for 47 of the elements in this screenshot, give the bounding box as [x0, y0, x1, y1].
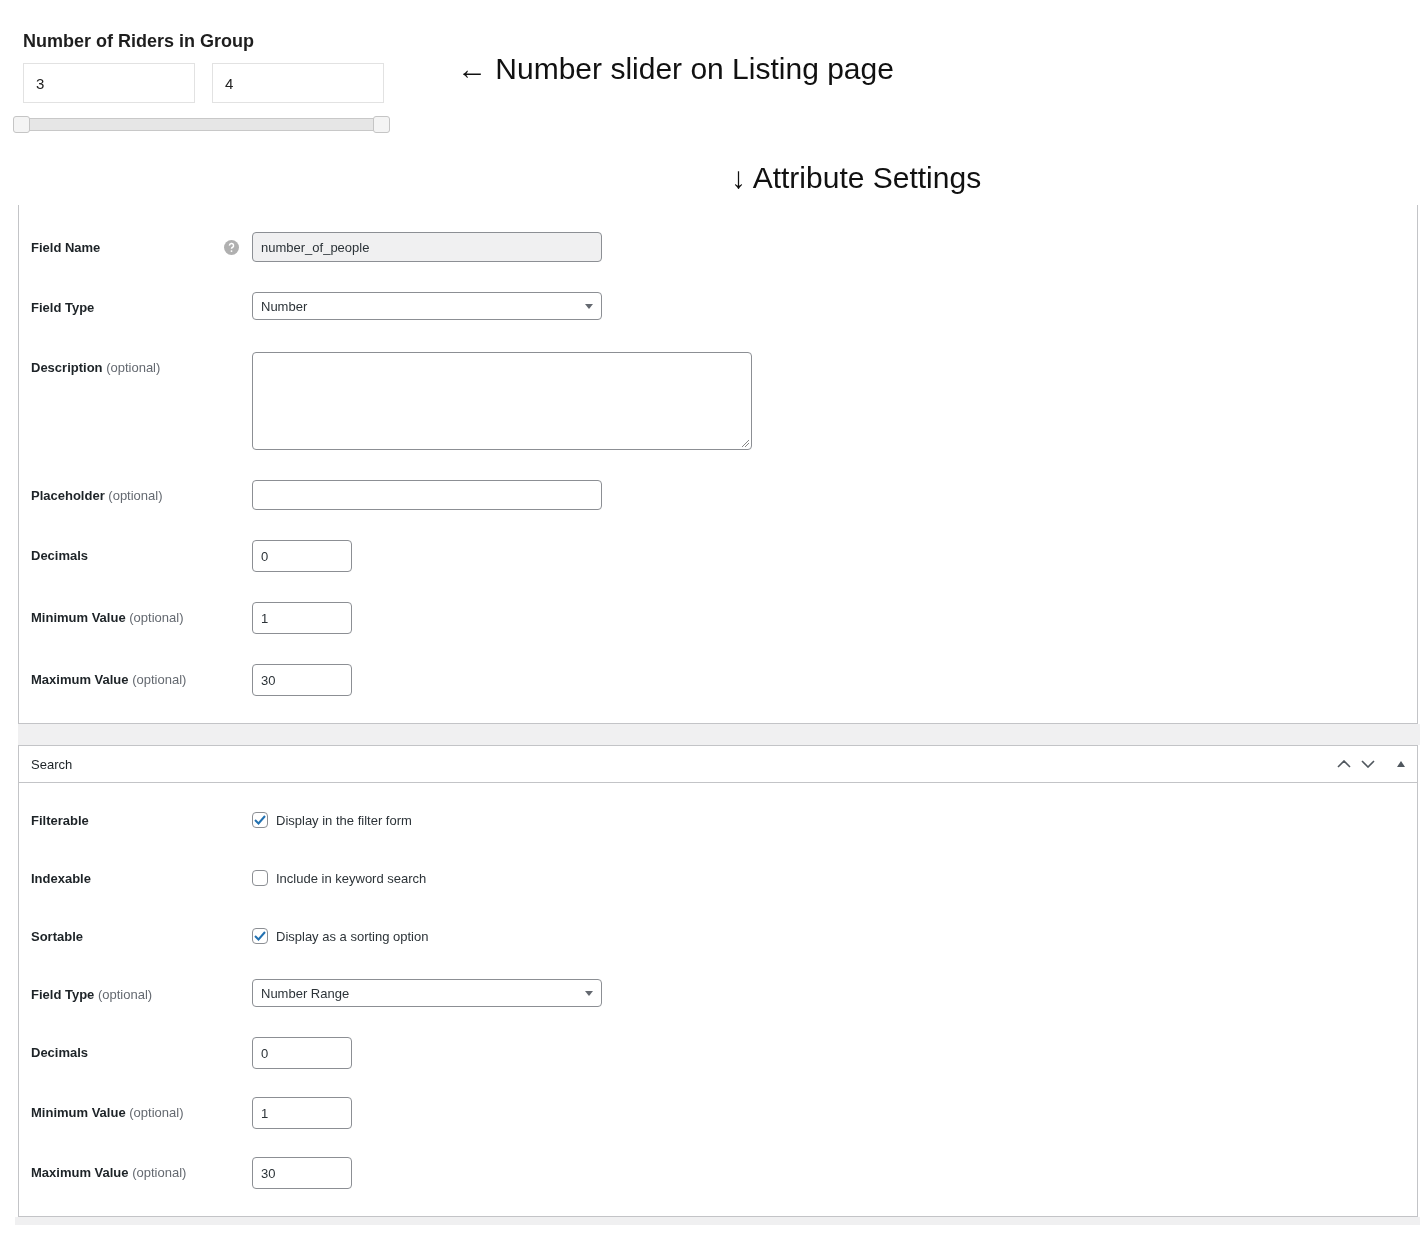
field-label: Filterable: [31, 812, 89, 828]
caret-icon: [585, 303, 593, 309]
caret-icon: [585, 990, 593, 996]
checkbox-label: Include in keyword search: [276, 870, 427, 886]
readonly-field[interactable]: number_of_people: [252, 232, 602, 262]
text-field[interactable]: [252, 480, 602, 510]
annotation-text: ← Number slider on Listing page: [457, 52, 894, 86]
annotation-text: ↓ Attribute Settings: [731, 160, 982, 195]
chevron-down-icon[interactable]: [1361, 760, 1375, 768]
number-input[interactable]: 1: [252, 1097, 352, 1129]
checkbox-label: Display as a sorting option: [276, 928, 429, 944]
number-input[interactable]: 30: [252, 1157, 352, 1189]
field-label: Indexable: [31, 870, 91, 886]
filter-heading: Number of Riders in Group: [23, 30, 255, 52]
slider-handle[interactable]: [13, 116, 30, 133]
checkbox[interactable]: [252, 812, 268, 828]
field-label: Minimum Value (optional): [31, 1104, 184, 1120]
field-label: Field Name: [31, 239, 101, 255]
range-input[interactable]: 4: [212, 63, 384, 103]
panel-title: Search: [31, 756, 73, 772]
field-label: Field Type: [31, 299, 95, 315]
field-label: Minimum Value (optional): [31, 609, 184, 625]
number-input[interactable]: 1: [252, 602, 352, 634]
field-label: Decimals: [31, 547, 89, 563]
field-label: Field Type (optional): [31, 986, 153, 1002]
slider-handle[interactable]: [373, 116, 390, 133]
field-label: Decimals: [31, 1044, 89, 1060]
checkbox[interactable]: [252, 870, 268, 886]
field-label: Sortable: [31, 928, 83, 944]
number-input[interactable]: 0: [252, 540, 352, 572]
help-icon[interactable]: [224, 239, 239, 255]
range-slider-track[interactable]: [14, 118, 390, 131]
field-label: Maximum Value (optional): [31, 1164, 187, 1180]
field-label: Placeholder (optional): [31, 487, 163, 503]
checkbox-label: Display in the filter form: [276, 812, 412, 828]
number-input[interactable]: 30: [252, 664, 352, 696]
select-field[interactable]: Number: [252, 292, 602, 320]
range-input[interactable]: 3: [23, 63, 195, 103]
field-label: Maximum Value (optional): [31, 671, 187, 687]
number-input[interactable]: 0: [252, 1037, 352, 1069]
select-field[interactable]: Number Range: [252, 979, 602, 1007]
field-label: Description (optional): [31, 359, 161, 375]
collapse-triangle-icon[interactable]: [1397, 761, 1405, 767]
checkbox[interactable]: [252, 928, 268, 944]
chevron-up-icon[interactable]: [1337, 760, 1351, 768]
resize-grip-icon: [742, 440, 749, 447]
textarea-field[interactable]: [252, 352, 752, 450]
